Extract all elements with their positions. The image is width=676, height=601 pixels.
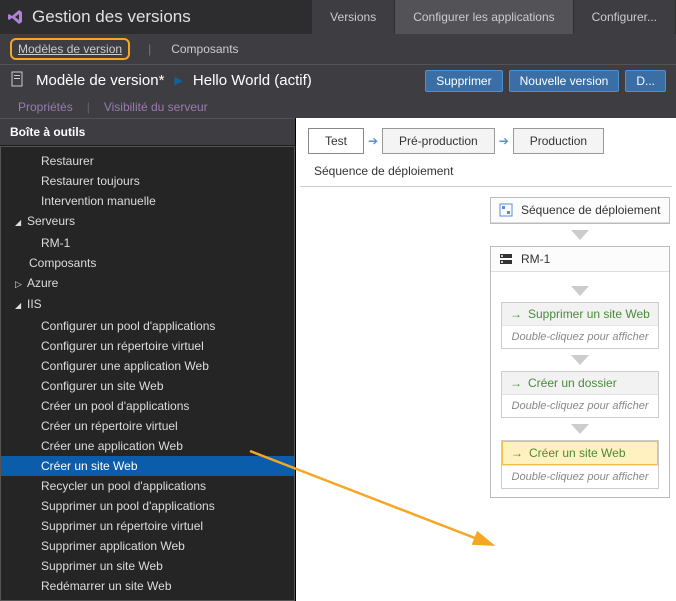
chevron-down-icon: [571, 230, 589, 240]
sequence-icon: [499, 203, 513, 217]
step-hint: Double-cliquez pour afficher: [502, 394, 658, 417]
app-title: Gestion des versions: [32, 7, 191, 27]
tree-category-servers[interactable]: Serveurs: [1, 211, 294, 233]
stage-test[interactable]: Test: [308, 128, 364, 154]
breadcrumb-title: Modèle de version*: [36, 72, 164, 89]
tree-category-iis[interactable]: IIS: [1, 294, 294, 316]
meta-props[interactable]: Propriétés: [18, 100, 73, 114]
step-hint: Double-cliquez pour afficher: [502, 465, 658, 488]
sequence-label: Séquence de déploiement: [300, 160, 672, 187]
toolbox-header: Boîte à outils: [0, 118, 295, 146]
tree-item[interactable]: RM-1: [1, 233, 294, 253]
chevron-down-icon: [571, 286, 589, 296]
arrow-right-icon: ➔: [495, 134, 513, 148]
divider: |: [87, 100, 90, 114]
node-root[interactable]: Séquence de déploiement: [490, 197, 670, 224]
step-title: Créer un site Web: [529, 446, 626, 460]
tree-item[interactable]: Créer un répertoire virtuel: [1, 416, 294, 436]
toolbox-tree[interactable]: Restaurer Restaurer toujours Interventio…: [0, 146, 295, 601]
tree-item[interactable]: Recycler un pool d'applications: [1, 476, 294, 496]
tree-item[interactable]: Intervention manuelle: [1, 191, 294, 211]
step-title: Supprimer un site Web: [528, 307, 650, 321]
tab-config-apps[interactable]: Configurer les applications: [395, 0, 573, 34]
server-icon: [499, 252, 513, 266]
tree-item[interactable]: Composants: [1, 253, 294, 273]
node-server[interactable]: RM-1 Supprimer un site Web Double-clique…: [490, 246, 670, 498]
chevron-down-icon: [571, 355, 589, 365]
subtab-models[interactable]: Modèles de version: [10, 38, 130, 60]
tree-item[interactable]: Configurer une application Web: [1, 356, 294, 376]
tree-item[interactable]: Créer un pool d'applications: [1, 396, 294, 416]
breadcrumb-sub[interactable]: Hello World (actif): [193, 72, 312, 89]
step-delete-site[interactable]: Supprimer un site Web Double-cliquez pou…: [501, 302, 659, 349]
tree-item-create-site[interactable]: Créer un site Web: [1, 456, 294, 476]
stage-preprod[interactable]: Pré-production: [382, 128, 495, 154]
chevron-down-icon: [571, 424, 589, 434]
meta-visibility[interactable]: Visibilité du serveur: [104, 100, 208, 114]
doc-icon: [10, 71, 26, 90]
subtab-components[interactable]: Composants: [169, 38, 240, 60]
step-hint: Double-cliquez pour afficher: [502, 325, 658, 348]
tree-item[interactable]: Supprimer application Web: [1, 536, 294, 556]
step-title: Créer un dossier: [528, 376, 617, 390]
tree-item[interactable]: Supprimer un pool d'applications: [1, 496, 294, 516]
new-version-button[interactable]: Nouvelle version: [509, 70, 620, 92]
tree-item[interactable]: Restaurer: [1, 151, 294, 171]
tree-category-azure[interactable]: Azure: [1, 273, 294, 294]
step-create-folder[interactable]: Créer un dossier Double-cliquez pour aff…: [501, 371, 659, 418]
tree-item[interactable]: Supprimer un répertoire virtuel: [1, 516, 294, 536]
vs-logo-icon: [6, 8, 24, 26]
arrow-right-icon: ➔: [364, 134, 382, 148]
node-title: RM-1: [521, 252, 550, 266]
tree-item[interactable]: Supprimer un site Web: [1, 556, 294, 576]
tree-item[interactable]: Créer une application Web: [1, 436, 294, 456]
tree-item[interactable]: Démarrer un pool d'applications: [1, 596, 294, 601]
tab-versions[interactable]: Versions: [312, 0, 395, 34]
stage-prod[interactable]: Production: [513, 128, 604, 154]
top-tabs: Versions Configurer les applications Con…: [312, 0, 676, 34]
divider: |: [148, 42, 151, 56]
node-title: Séquence de déploiement: [521, 203, 660, 217]
tree-item[interactable]: Redémarrer un site Web: [1, 576, 294, 596]
d-button[interactable]: D...: [625, 70, 666, 92]
stage-row: Test ➔ Pré-production ➔ Production: [296, 118, 676, 160]
tree-item[interactable]: Configurer un pool d'applications: [1, 316, 294, 336]
tree-item[interactable]: Restaurer toujours: [1, 171, 294, 191]
tree-item[interactable]: Configurer un répertoire virtuel: [1, 336, 294, 356]
step-create-site[interactable]: Créer un site Web Double-cliquez pour af…: [501, 440, 659, 489]
canvas[interactable]: Séquence de déploiement RM-1 Supprimer u…: [296, 187, 676, 601]
chevron-right-icon: ▶: [174, 74, 182, 87]
tab-config[interactable]: Configurer...: [574, 0, 676, 34]
tree-item[interactable]: Configurer un site Web: [1, 376, 294, 396]
delete-button[interactable]: Supprimer: [425, 70, 502, 92]
